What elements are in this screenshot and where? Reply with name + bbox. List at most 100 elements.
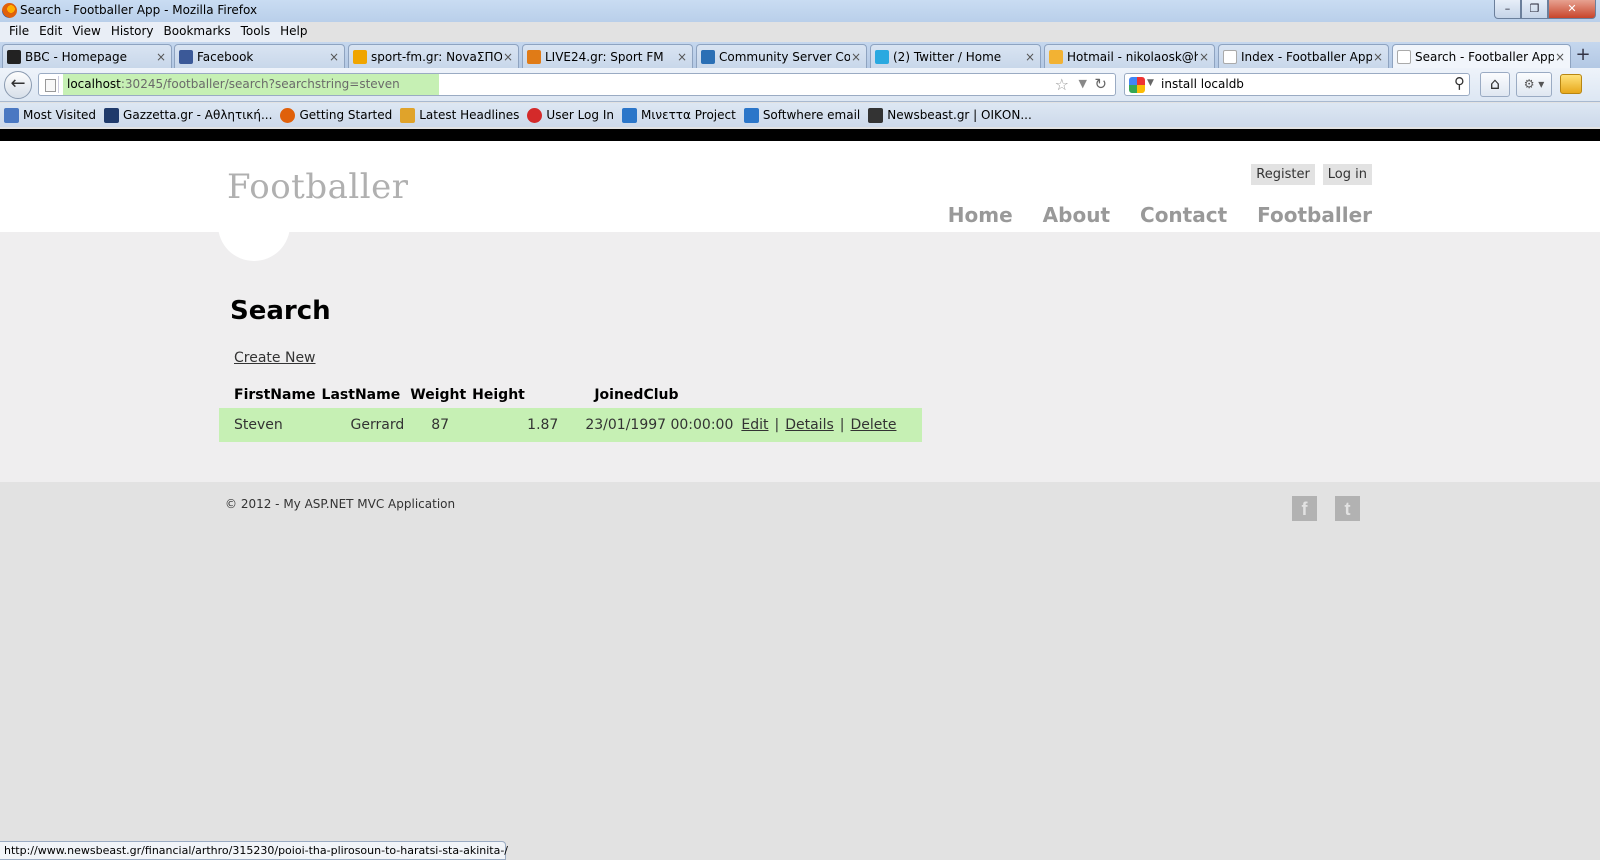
bbc-icon xyxy=(7,49,21,64)
cell-weight: 87 xyxy=(431,417,450,433)
gazzetta-icon xyxy=(104,107,120,123)
tab-facebook[interactable]: Facebook × xyxy=(174,44,345,68)
menu-bar: File Edit View History Bookmarks Tools H… xyxy=(0,22,308,42)
details-link[interactable]: Details xyxy=(785,417,834,433)
close-tab-icon[interactable]: × xyxy=(676,50,688,64)
tab-label: sport-fm.gr: NovaΣΠΟ... xyxy=(371,49,502,64)
address-bar[interactable]: localhost:30245/footballer/search?search… xyxy=(38,73,1116,96)
menu-help[interactable]: Help xyxy=(275,22,312,42)
close-tab-icon[interactable]: × xyxy=(155,50,167,64)
bookmark-gazzetta[interactable]: Gazzetta.gr - Αθλητική... xyxy=(104,107,273,123)
url-dropdown-icon[interactable]: ▼ xyxy=(1079,77,1087,90)
web-page: Footballer Register Log in Home About Co… xyxy=(0,141,1600,841)
bookmark-label: Latest Headlines xyxy=(419,108,520,122)
register-link[interactable]: Register xyxy=(1251,164,1315,185)
window-titlebar: Search - Footballer App - Mozilla Firefo… xyxy=(0,0,1600,22)
column-header-weight: Weight xyxy=(410,387,467,403)
search-icon[interactable]: ⚲ xyxy=(1454,74,1465,92)
navigation-toolbar: ← localhost:30245/footballer/search?sear… xyxy=(0,68,1600,102)
bookmark-label: User Log In xyxy=(546,108,614,122)
close-window-button[interactable]: ✕ xyxy=(1548,0,1596,19)
menu-file[interactable]: File xyxy=(4,22,34,42)
minimize-button[interactable]: – xyxy=(1494,0,1521,19)
close-tab-icon[interactable]: × xyxy=(850,50,862,64)
facebook-icon[interactable]: f xyxy=(1292,496,1317,521)
separator: | xyxy=(839,417,845,433)
main-content: Search Create New FirstName LastName Wei… xyxy=(0,221,1600,482)
cell-joinedclub: 23/01/1997 00:00:00 xyxy=(585,417,734,433)
restore-button[interactable]: ❐ xyxy=(1521,0,1548,19)
search-engine-dropdown-icon[interactable]: ▼ xyxy=(1147,78,1154,88)
bookmark-star-icon[interactable]: ☆ xyxy=(1055,75,1069,94)
tab-hotmail[interactable]: Hotmail - nikolaosk@h... × xyxy=(1044,44,1215,68)
table-header-row: FirstName LastName Weight Height JoinedC… xyxy=(219,382,922,408)
tab-label: BBC - Homepage xyxy=(25,49,127,64)
search-box[interactable]: ▼ install localdb ⚲ xyxy=(1124,73,1470,96)
nav-footballer[interactable]: Footballer xyxy=(1257,203,1372,227)
tab-twitter[interactable]: (2) Twitter / Home × xyxy=(870,44,1041,68)
tab-label: Index - Footballer App xyxy=(1241,49,1372,64)
close-tab-icon[interactable]: × xyxy=(1024,50,1036,64)
nav-home[interactable]: Home xyxy=(948,203,1013,227)
close-tab-icon[interactable]: × xyxy=(1372,50,1384,64)
bookmark-user-log-in[interactable]: User Log In xyxy=(527,107,614,123)
status-url: http://www.newsbeast.gr/financial/arthro… xyxy=(4,844,509,857)
tab-search-footballer[interactable]: Search - Footballer App × xyxy=(1392,44,1571,69)
page-title: Search xyxy=(230,296,331,326)
bookmark-most-visited[interactable]: Most Visited xyxy=(4,107,96,123)
bookmark-label: Getting Started xyxy=(299,108,393,122)
new-tab-button[interactable]: + xyxy=(1572,45,1594,67)
close-tab-icon[interactable]: × xyxy=(1198,50,1210,64)
site-identity-icon[interactable] xyxy=(41,76,59,93)
site-title[interactable]: Footballer xyxy=(227,167,409,207)
close-tab-icon[interactable]: × xyxy=(328,50,340,64)
nav-contact[interactable]: Contact xyxy=(1140,203,1227,227)
tab-bbc[interactable]: BBC - Homepage × xyxy=(2,44,172,68)
menu-history[interactable]: History xyxy=(106,22,159,42)
google-icon[interactable] xyxy=(1129,77,1145,93)
search-input[interactable]: install localdb xyxy=(1161,77,1244,91)
firefox-icon xyxy=(2,3,17,18)
bookmark-newsbeast[interactable]: Newsbeast.gr | ΟΙΚΟΝ... xyxy=(868,107,1032,123)
bookmark-label: Gazzetta.gr - Αθλητική... xyxy=(123,108,273,122)
url-text[interactable]: localhost:30245/footballer/search?search… xyxy=(67,77,400,91)
create-new-link[interactable]: Create New xyxy=(234,350,316,366)
cell-actions: Edit | Details | Delete xyxy=(733,408,922,442)
separator: | xyxy=(774,417,780,433)
bookmark-label: Μινεττα Project xyxy=(640,108,736,122)
menu-tools[interactable]: Tools xyxy=(236,22,276,42)
url-path: :30245/footballer/search?searchstring=st… xyxy=(120,77,400,91)
login-area: Register Log in xyxy=(1251,164,1372,185)
delete-link[interactable]: Delete xyxy=(850,417,896,433)
tab-live24[interactable]: LIVE24.gr: Sport FM × xyxy=(522,44,693,68)
column-header-height: Height xyxy=(472,387,525,403)
home-button[interactable]: ⌂ xyxy=(1480,72,1510,97)
nav-about[interactable]: About xyxy=(1043,203,1110,227)
close-tab-icon[interactable]: × xyxy=(1554,50,1566,64)
edit-link[interactable]: Edit xyxy=(741,417,768,433)
tab-label: Search - Footballer App xyxy=(1415,50,1554,64)
downloads-icon[interactable] xyxy=(1560,74,1582,94)
addon-button[interactable]: ⚙ ▾ xyxy=(1516,72,1552,97)
back-button[interactable]: ← xyxy=(4,71,32,99)
header-decoration xyxy=(218,221,290,261)
menu-bookmarks[interactable]: Bookmarks xyxy=(159,22,236,42)
menu-edit[interactable]: Edit xyxy=(34,22,67,42)
twitter-icon[interactable]: t xyxy=(1335,496,1360,521)
tab-community-server[interactable]: Community Server Co... × xyxy=(696,44,867,68)
social-links: f t xyxy=(1292,496,1360,521)
close-tab-icon[interactable]: × xyxy=(502,50,514,64)
newsbeast-icon xyxy=(868,107,884,123)
login-link[interactable]: Log in xyxy=(1322,164,1372,185)
reload-icon[interactable]: ↻ xyxy=(1094,75,1107,93)
menu-view[interactable]: View xyxy=(67,22,105,42)
status-bar: http://www.newsbeast.gr/financial/arthro… xyxy=(0,841,509,860)
tab-sportfm[interactable]: sport-fm.gr: NovaΣΠΟ... × xyxy=(348,44,519,68)
bookmark-getting-started[interactable]: Getting Started xyxy=(280,107,393,123)
most-visited-icon xyxy=(4,107,19,123)
bookmark-minetta-project[interactable]: Μινεττα Project xyxy=(621,107,736,123)
bookmark-softwhere-email[interactable]: Softwhere email xyxy=(743,107,860,123)
bookmark-latest-headlines[interactable]: Latest Headlines xyxy=(400,107,520,123)
cell-firstname: Steven xyxy=(234,417,283,433)
tab-index-footballer[interactable]: Index - Footballer App × xyxy=(1218,44,1389,68)
